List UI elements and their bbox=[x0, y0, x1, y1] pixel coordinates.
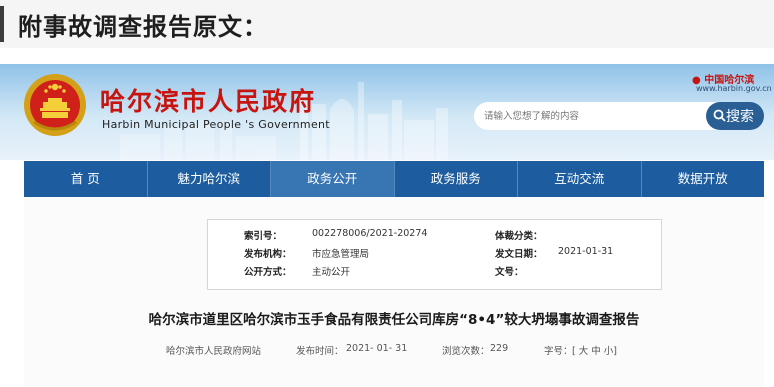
mode-label: 公开方式： bbox=[244, 267, 292, 278]
search-icon bbox=[713, 109, 726, 122]
article-title: 哈尔滨市道里区哈尔滨市玉手食品有限责任公司库房“8•4”较大坍塌事故调查报告 bbox=[148, 312, 640, 328]
search-button-label: 搜索 bbox=[726, 109, 754, 125]
font-size-switcher[interactable]: [ 大 中 小] bbox=[572, 343, 617, 357]
font-size-label: 字号： bbox=[544, 346, 573, 357]
site-title: 哈尔滨市人民政府 bbox=[100, 87, 317, 116]
index-value: 002278006/2021-20274 bbox=[312, 228, 428, 239]
main-nav: 首 页 魅力哈尔滨 政务公开 政务服务 互动交流 数据开放 bbox=[24, 161, 764, 197]
search-input[interactable] bbox=[474, 102, 724, 130]
heading-band: 附事故调查报告原文： bbox=[0, 0, 774, 48]
publish-time-value: 2021- 01- 31 bbox=[346, 343, 408, 354]
article-area: 索引号： 002278006/2021-20274 体裁分类： 发布机构： 市应… bbox=[24, 197, 764, 387]
org-label: 发布机构： bbox=[244, 249, 292, 260]
china-logo-url: www.harbin.gov.cn bbox=[696, 84, 772, 93]
date-label: 发文日期： bbox=[495, 249, 543, 260]
nav-item-charm-harbin[interactable]: 魅力哈尔滨 bbox=[148, 161, 271, 197]
nav-item-government-affairs-open[interactable]: 政务公开 bbox=[271, 161, 395, 197]
nav-item-interaction[interactable]: 互动交流 bbox=[518, 161, 642, 197]
document-info-box: 索引号： 002278006/2021-20274 体裁分类： 发布机构： 市应… bbox=[207, 219, 662, 290]
date-value: 2021-01-31 bbox=[558, 246, 614, 257]
mode-value: 主动公开 bbox=[312, 267, 351, 278]
article-source: 哈尔滨市人民政府网站 bbox=[166, 346, 262, 357]
doc-number-label: 文号： bbox=[495, 267, 524, 278]
index-label: 索引号： bbox=[244, 231, 283, 242]
page-heading: 附事故调查报告原文： bbox=[18, 13, 268, 41]
site-subtitle: Harbin Municipal People 's Government bbox=[102, 118, 330, 131]
views-value: 229 bbox=[490, 343, 509, 354]
national-emblem-icon bbox=[24, 74, 86, 136]
site-header: 哈尔滨市人民政府 Harbin Municipal People 's Gove… bbox=[0, 64, 774, 160]
website-screenshot: 哈尔滨市人民政府 Harbin Municipal People 's Gove… bbox=[0, 64, 774, 387]
nav-item-government-services[interactable]: 政务服务 bbox=[395, 161, 518, 197]
views-label: 浏览次数： bbox=[442, 346, 490, 357]
org-value: 市应急管理局 bbox=[312, 249, 370, 260]
genre-label: 体裁分类： bbox=[495, 231, 543, 242]
nav-item-home[interactable]: 首 页 bbox=[24, 161, 148, 197]
nav-item-open-data[interactable]: 数据开放 bbox=[642, 161, 765, 197]
publish-time-label: 发布时间： bbox=[296, 346, 344, 357]
search-bar: 搜索 bbox=[474, 102, 764, 130]
search-button[interactable]: 搜索 bbox=[706, 102, 764, 130]
heading-accent-bar bbox=[0, 6, 4, 42]
